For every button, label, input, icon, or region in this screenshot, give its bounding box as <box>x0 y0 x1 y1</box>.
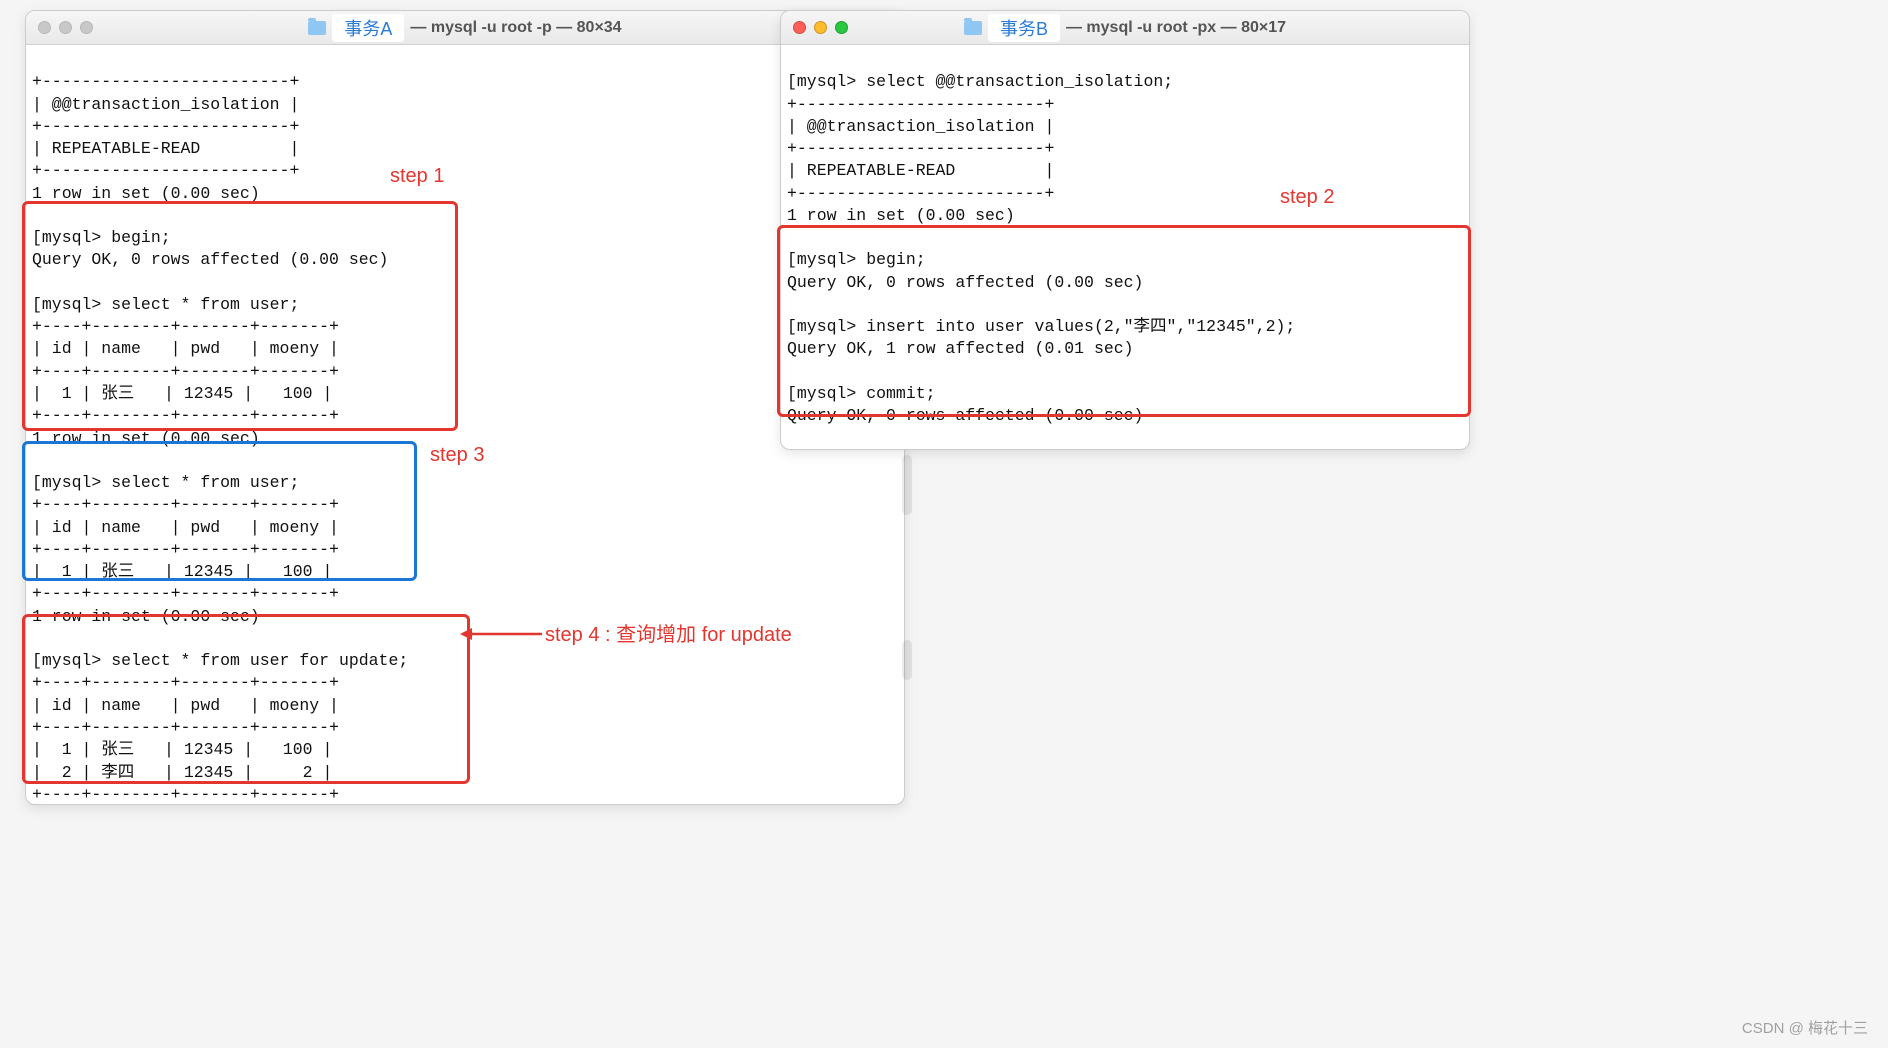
step3-block: [mysql> select * from user; +----+------… <box>32 473 339 603</box>
traffic-lights <box>38 21 93 34</box>
tab-label-b: 事务B <box>988 14 1060 42</box>
window-title-b: — mysql -u root -px — 80×17 <box>1066 19 1286 37</box>
tab-label-a: 事务A <box>332 14 404 42</box>
terminal-window-b: 事务B — mysql -u root -px — 80×17 [mysql> … <box>780 10 1470 450</box>
terminal-window-a: 事务A — mysql -u root -p — 80×34 +--------… <box>25 10 905 805</box>
titlebar-b[interactable]: 事务B — mysql -u root -px — 80×17 <box>781 11 1469 45</box>
step4-block: [mysql> select * from user for update; +… <box>32 651 408 804</box>
step1-block: [mysql> begin; Query OK, 0 rows affected… <box>32 228 388 447</box>
close-icon[interactable] <box>793 21 806 34</box>
terminal-body-a[interactable]: +-------------------------+ | @@transact… <box>26 45 904 804</box>
folder-icon <box>308 21 326 35</box>
scrollbar-a2[interactable] <box>902 640 912 680</box>
window-title-a: — mysql -u root -p — 80×34 <box>410 19 621 37</box>
titlebar-a[interactable]: 事务A — mysql -u root -p — 80×34 <box>26 11 904 45</box>
minimize-icon[interactable] <box>814 21 827 34</box>
watermark: CSDN @ 梅花十三 <box>1742 1017 1868 1038</box>
isolation-output: +-------------------------+ | @@transact… <box>32 72 299 202</box>
terminal-body-b[interactable]: [mysql> select @@transaction_isolation; … <box>781 45 1469 449</box>
traffic-lights <box>793 21 848 34</box>
scrollbar-a[interactable] <box>902 455 912 515</box>
isolation-output-b: [mysql> select @@transaction_isolation; … <box>787 72 1173 225</box>
maximize-icon[interactable] <box>80 21 93 34</box>
maximize-icon[interactable] <box>835 21 848 34</box>
step3-after: 1 row in set (0.00 sec) <box>32 607 260 626</box>
step2-block: [mysql> begin; Query OK, 0 rows affected… <box>787 250 1295 425</box>
close-icon[interactable] <box>38 21 51 34</box>
minimize-icon[interactable] <box>59 21 72 34</box>
folder-icon <box>964 21 982 35</box>
